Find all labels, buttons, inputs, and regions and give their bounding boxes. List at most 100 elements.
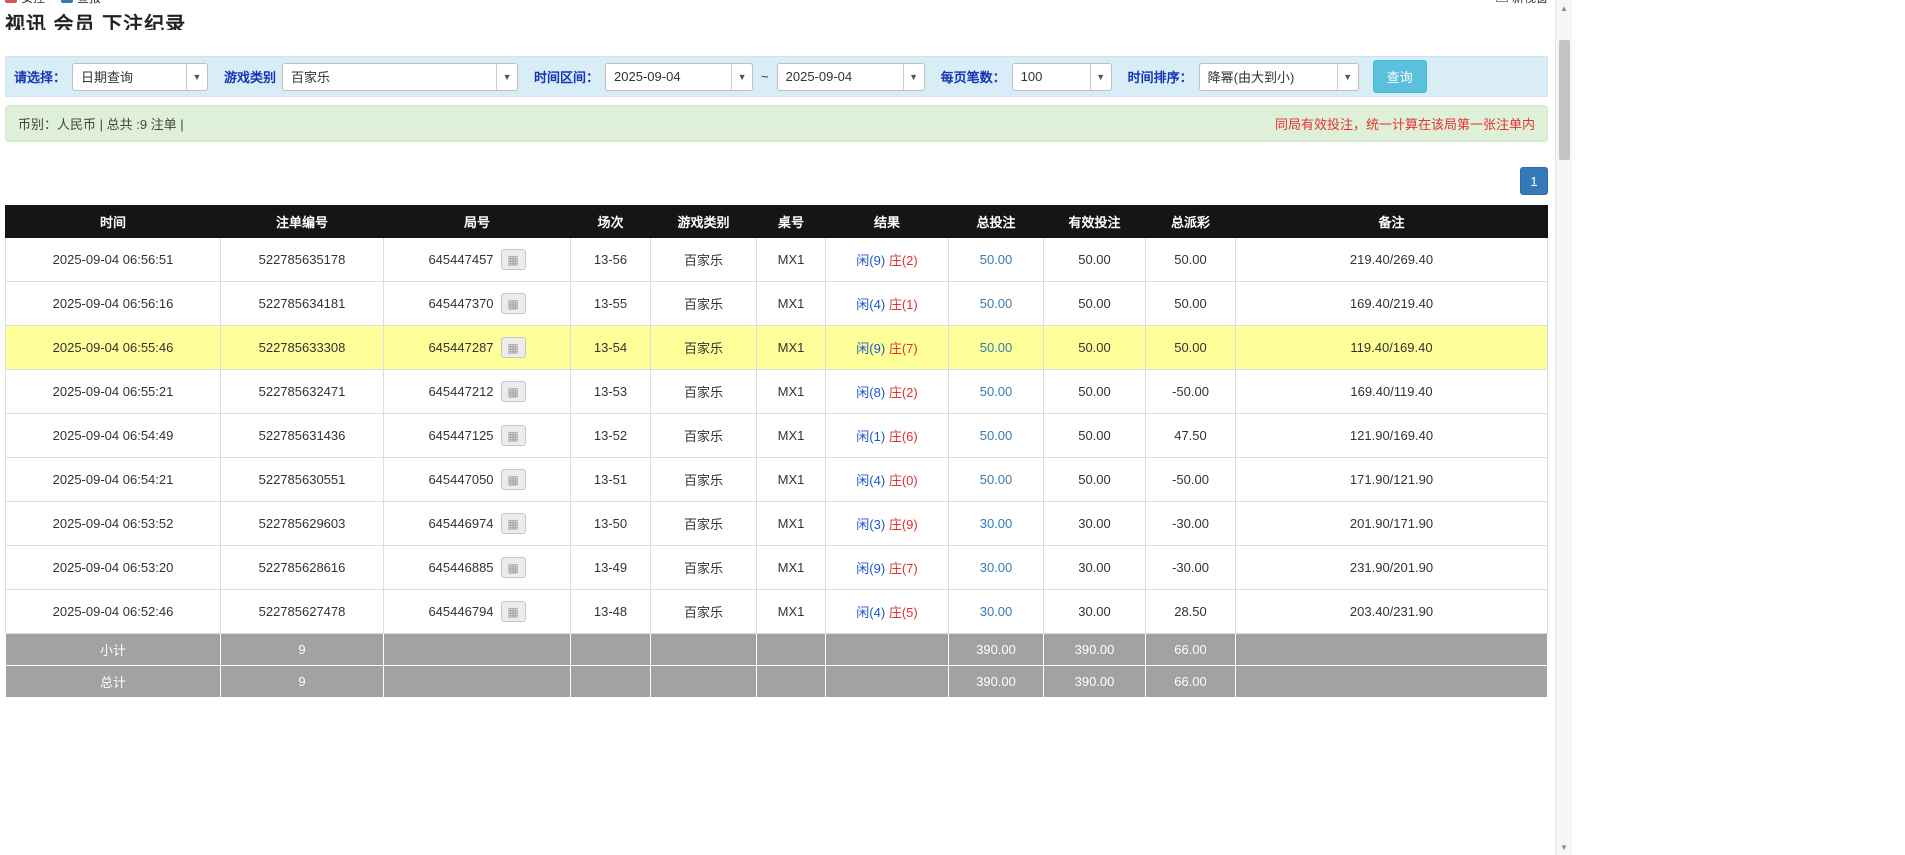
result-player: 闲(4)	[856, 297, 885, 312]
filter-bar: 请选择： 日期查询 ▼ 游戏类别 百家乐 ▼ 时间区间： 2025-09-04 …	[5, 56, 1548, 97]
table-row: 2025-09-04 06:56:51522785635178645447457…	[6, 238, 1548, 282]
sort-order-select[interactable]: 降幂(由大到小) ▼	[1199, 63, 1359, 91]
cell-session: 13-56	[571, 238, 651, 282]
result-player: 闲(9)	[856, 253, 885, 268]
page-size-select[interactable]: 100 ▼	[1012, 63, 1112, 91]
total-bet-link[interactable]: 50.00	[980, 252, 1013, 267]
cell-table-no: MX1	[757, 370, 826, 414]
sort-order-label: 时间排序：	[1128, 67, 1193, 86]
range-separator: ~	[761, 69, 769, 84]
info-bar: 币别：人民币 | 总共 :9 注单 | 同局有效投注，统一计算在该局第一张注单内	[5, 105, 1548, 142]
cell-round-id: 645447212▦	[384, 370, 571, 414]
result-banker: 庄(9)	[889, 517, 918, 532]
cell-game-type: 百家乐	[651, 502, 757, 546]
security-icon	[5, 0, 17, 3]
total-bet-link[interactable]: 50.00	[980, 340, 1013, 355]
page-button-1[interactable]: 1	[1520, 167, 1548, 195]
total-bet-link[interactable]: 50.00	[980, 296, 1013, 311]
summary-text: 币别：人民币 | 总共 :9 注单 |	[18, 114, 184, 133]
total-bet-link[interactable]: 50.00	[980, 384, 1013, 399]
footer-valid-bet: 390.00	[1044, 634, 1146, 666]
date-from-select[interactable]: 2025-09-04 ▼	[605, 63, 753, 91]
cell-remark: 201.90/171.90	[1236, 502, 1548, 546]
search-button[interactable]: 查询	[1373, 60, 1427, 93]
result-player: 闲(8)	[856, 385, 885, 400]
result-banker: 庄(2)	[889, 253, 918, 268]
roadmap-button[interactable]: ▦	[501, 601, 526, 622]
time-range-label: 时间区间：	[534, 67, 599, 86]
cell-game-type: 百家乐	[651, 458, 757, 502]
cell-total-bet: 30.00	[949, 590, 1044, 634]
roadmap-button[interactable]: ▦	[501, 469, 526, 490]
roadmap-button[interactable]: ▦	[501, 249, 526, 270]
roadmap-button[interactable]: ▦	[501, 381, 526, 402]
roadmap-button[interactable]: ▦	[501, 513, 526, 534]
cell-remark: 169.40/219.40	[1236, 282, 1548, 326]
footer-empty-cell	[651, 634, 757, 666]
cell-valid-bet: 50.00	[1044, 238, 1146, 282]
footer-valid-bet: 390.00	[1044, 666, 1146, 698]
cell-result: 闲(3) 庄(9)	[826, 502, 949, 546]
cell-remark: 219.40/269.40	[1236, 238, 1548, 282]
cell-payout: 47.50	[1146, 414, 1236, 458]
cell-bet-id: 522785633308	[221, 326, 384, 370]
roadmap-icon: ▦	[507, 517, 518, 531]
roadmap-button[interactable]: ▦	[501, 425, 526, 446]
cell-payout: -30.00	[1146, 502, 1236, 546]
footer-label: 小计	[6, 634, 221, 666]
cell-time: 2025-09-04 06:56:16	[6, 282, 221, 326]
cell-session: 13-50	[571, 502, 651, 546]
topbar-item-label: 安控	[21, 0, 45, 6]
column-header: 注单编号	[221, 206, 384, 238]
cell-time: 2025-09-04 06:52:46	[6, 590, 221, 634]
scroll-down-icon[interactable]: ▼	[1556, 839, 1572, 855]
vertical-scrollbar[interactable]: ▲ ▼	[1555, 0, 1572, 855]
roadmap-button[interactable]: ▦	[501, 557, 526, 578]
page-size-label: 每页笔数：	[941, 67, 1006, 86]
date-from-value: 2025-09-04	[614, 69, 681, 84]
chevron-down-icon: ▼	[496, 64, 517, 90]
cell-round-id: 645446885▦	[384, 546, 571, 590]
footer-empty-cell	[757, 666, 826, 698]
cell-game-type: 百家乐	[651, 546, 757, 590]
roadmap-button[interactable]: ▦	[501, 337, 526, 358]
total-bet-link[interactable]: 50.00	[980, 428, 1013, 443]
result-player: 闲(4)	[856, 605, 885, 620]
total-bet-link[interactable]: 30.00	[980, 560, 1013, 575]
cell-game-type: 百家乐	[651, 326, 757, 370]
result-player: 闲(9)	[856, 561, 885, 576]
cell-session: 13-49	[571, 546, 651, 590]
cell-round-id: 645447050▦	[384, 458, 571, 502]
table-row: 2025-09-04 06:53:20522785628616645446885…	[6, 546, 1548, 590]
footer-payout: 66.00	[1146, 666, 1236, 698]
date-to-select[interactable]: 2025-09-04 ▼	[777, 63, 925, 91]
bet-records-table: 时间注单编号局号场次游戏类别桌号结果总投注有效投注总派彩备注 2025-09-0…	[5, 205, 1548, 698]
table-row: 2025-09-04 06:56:16522785634181645447370…	[6, 282, 1548, 326]
total-bet-link[interactable]: 50.00	[980, 472, 1013, 487]
cell-table-no: MX1	[757, 238, 826, 282]
roadmap-button[interactable]: ▦	[501, 293, 526, 314]
game-type-value: 百家乐	[291, 67, 330, 86]
scroll-up-icon[interactable]: ▲	[1556, 0, 1572, 16]
topbar-item-security[interactable]: 安控	[5, 0, 45, 6]
cell-total-bet: 50.00	[949, 282, 1044, 326]
scrollbar-thumb[interactable]	[1559, 40, 1570, 160]
cell-session: 13-51	[571, 458, 651, 502]
query-type-select[interactable]: 日期查询 ▼	[72, 63, 208, 91]
new-window-button[interactable]: 新视窗	[1496, 0, 1548, 6]
page-top: 安控 查报 新视窗 视讯 会员 下注纪录	[5, 0, 1548, 30]
total-bet-link[interactable]: 30.00	[980, 516, 1013, 531]
cell-valid-bet: 30.00	[1044, 546, 1146, 590]
total-bet-link[interactable]: 30.00	[980, 604, 1013, 619]
game-type-select[interactable]: 百家乐 ▼	[282, 63, 518, 91]
table-row: 2025-09-04 06:55:21522785632471645447212…	[6, 370, 1548, 414]
result-player: 闲(1)	[856, 429, 885, 444]
page: 安控 查报 新视窗 视讯 会员 下注纪录 请选择：	[0, 0, 1572, 855]
topbar-item-report[interactable]: 查报	[61, 0, 101, 6]
cell-result: 闲(8) 庄(2)	[826, 370, 949, 414]
cell-session: 13-52	[571, 414, 651, 458]
cell-round-id: 645446794▦	[384, 590, 571, 634]
cell-bet-id: 522785634181	[221, 282, 384, 326]
result-banker: 庄(1)	[889, 297, 918, 312]
cell-bet-id: 522785635178	[221, 238, 384, 282]
